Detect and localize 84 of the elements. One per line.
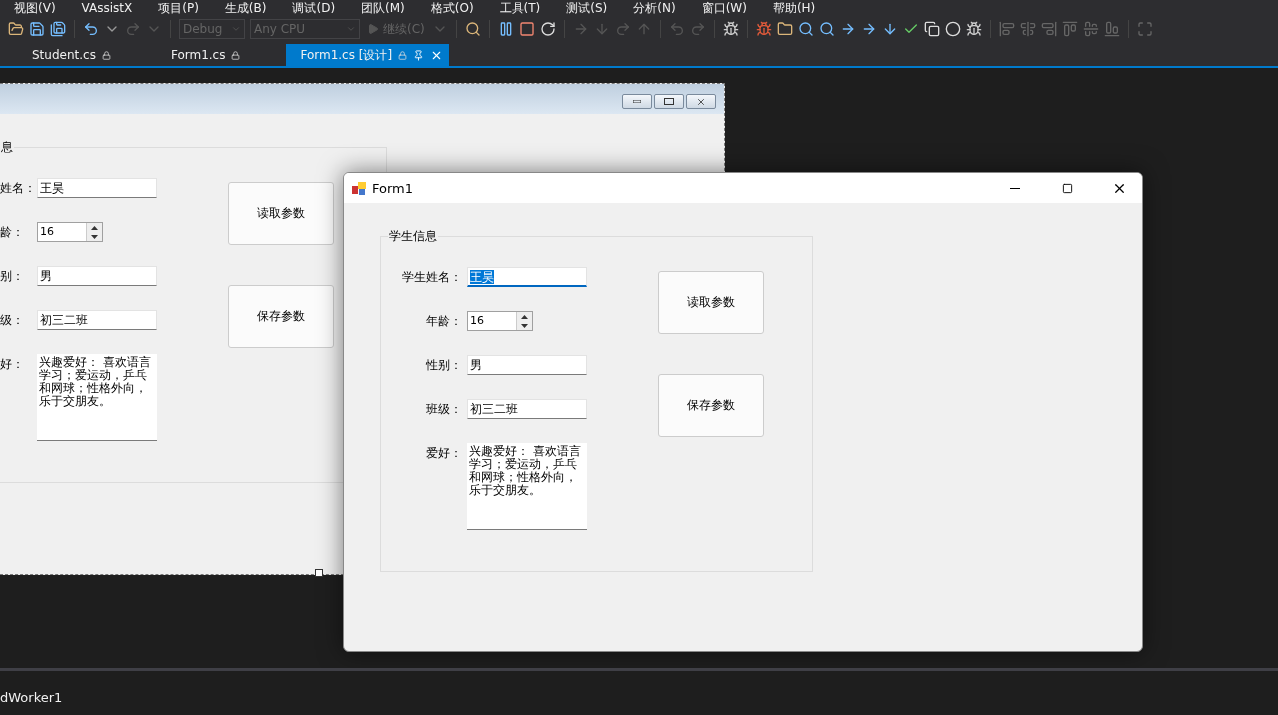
- close-button[interactable]: [686, 94, 716, 109]
- search-icon[interactable]: [797, 21, 814, 37]
- bug-icon[interactable]: [965, 21, 982, 37]
- menu-item[interactable]: 帮助(H): [772, 1, 816, 15]
- text-field[interactable]: 男: [467, 355, 587, 375]
- window-title: Form1: [372, 180, 415, 196]
- minimize-icon: [1010, 187, 1020, 189]
- field-label: 年龄：: [425, 313, 463, 330]
- search-icon[interactable]: [818, 21, 835, 37]
- align-center-icon[interactable]: [1019, 21, 1036, 37]
- up-arrow-icon[interactable]: [521, 314, 528, 319]
- menu-item[interactable]: 生成(B): [224, 1, 267, 15]
- menu-item[interactable]: VAssistX: [81, 1, 133, 15]
- menu-item[interactable]: 分析(N): [633, 1, 676, 15]
- text-field[interactable]: 王昊: [37, 178, 157, 198]
- form-button[interactable]: 保存参数: [228, 285, 334, 348]
- maximize-icon: [1061, 182, 1073, 194]
- maximize-button[interactable]: [654, 94, 684, 109]
- form-button[interactable]: 保存参数: [658, 374, 764, 437]
- number-spinner[interactable]: 16: [467, 311, 533, 331]
- field-label: 姓名：: [0, 180, 37, 197]
- lock-icon: [398, 50, 408, 60]
- text-field[interactable]: 初三二班: [467, 399, 587, 419]
- field-label: 级：: [0, 312, 25, 329]
- up-arrow-icon[interactable]: [91, 225, 98, 230]
- menu-item[interactable]: 项目(P): [158, 1, 199, 15]
- menu-item[interactable]: 调试(D): [292, 1, 336, 15]
- close-icon: [696, 96, 706, 107]
- bug-icon[interactable]: [755, 21, 772, 37]
- align-right-icon[interactable]: [1040, 21, 1057, 37]
- menu-item[interactable]: 视图(V): [14, 1, 56, 15]
- maximize-icon: [664, 98, 674, 105]
- search-icon[interactable]: [464, 21, 481, 37]
- minimize-icon: [633, 100, 641, 103]
- document-tab[interactable]: Form1.cs [设计]: [286, 44, 450, 66]
- caret-icon: [231, 24, 241, 34]
- pin-icon[interactable]: [413, 49, 425, 61]
- field-label: 别：: [0, 268, 25, 285]
- group-title: 学生信息: [388, 228, 438, 244]
- lock-icon: [231, 50, 241, 60]
- restart-icon[interactable]: [539, 21, 556, 37]
- caret-icon: [346, 24, 356, 34]
- group-title: 息: [0, 139, 14, 155]
- down-arrow-icon[interactable]: [521, 323, 528, 328]
- menu-item[interactable]: 工具(T): [499, 1, 541, 15]
- number-spinner[interactable]: 16: [37, 222, 103, 242]
- document-tab[interactable]: Student.cs: [18, 44, 117, 66]
- menu-item[interactable]: 格式(O): [430, 1, 474, 15]
- text-area[interactable]: 兴趣爱好： 喜欢语言学习；爱运动，乒乓和网球；性格外向，乐于交朋友。: [37, 354, 157, 441]
- align-top-icon[interactable]: [1061, 21, 1078, 37]
- text-area[interactable]: 兴趣爱好： 喜欢语言学习；爱运动，乒乓和网球；性格外向，乐于交朋友。: [467, 443, 587, 530]
- field-label: 爱好：: [425, 445, 463, 462]
- folder-icon[interactable]: [776, 21, 793, 37]
- form-button[interactable]: 读取参数: [658, 271, 764, 334]
- bug-icon[interactable]: [722, 21, 739, 37]
- save-all-icon[interactable]: [50, 21, 66, 37]
- field-label: 班级：: [425, 401, 463, 418]
- field-label: 学生姓名：: [401, 269, 463, 286]
- align-left-icon[interactable]: [998, 21, 1015, 37]
- lock-icon: [101, 50, 111, 60]
- save-icon[interactable]: [29, 21, 45, 37]
- text-field[interactable]: 男: [37, 266, 157, 286]
- align-middle-icon[interactable]: [1082, 21, 1099, 37]
- field-label: 好：: [0, 356, 25, 373]
- component-tray-item[interactable]: dWorker1: [0, 689, 63, 705]
- field-label: 性别：: [425, 357, 463, 374]
- circle-icon[interactable]: [944, 21, 961, 37]
- document-tab[interactable]: Form1.cs: [156, 44, 247, 66]
- resize-handle[interactable]: [315, 569, 323, 577]
- align-bottom-icon[interactable]: [1103, 21, 1120, 37]
- form-button[interactable]: 读取参数: [228, 182, 334, 245]
- field-label: 龄：: [0, 224, 25, 241]
- menu-item[interactable]: 窗口(W): [701, 1, 747, 15]
- form-icon: [352, 181, 366, 195]
- stop-icon[interactable]: [518, 21, 535, 37]
- play-icon: [367, 23, 379, 35]
- text-field[interactable]: 王昊: [467, 267, 587, 287]
- menu-item[interactable]: 测试(S): [566, 1, 608, 15]
- folder-icon[interactable]: [8, 21, 24, 37]
- copy-icon[interactable]: [923, 21, 940, 37]
- menu-item[interactable]: 团队(M): [361, 1, 405, 15]
- down-arrow-icon[interactable]: [91, 234, 98, 239]
- text-field[interactable]: 初三二班: [37, 310, 157, 330]
- undo-icon[interactable]: [83, 21, 99, 37]
